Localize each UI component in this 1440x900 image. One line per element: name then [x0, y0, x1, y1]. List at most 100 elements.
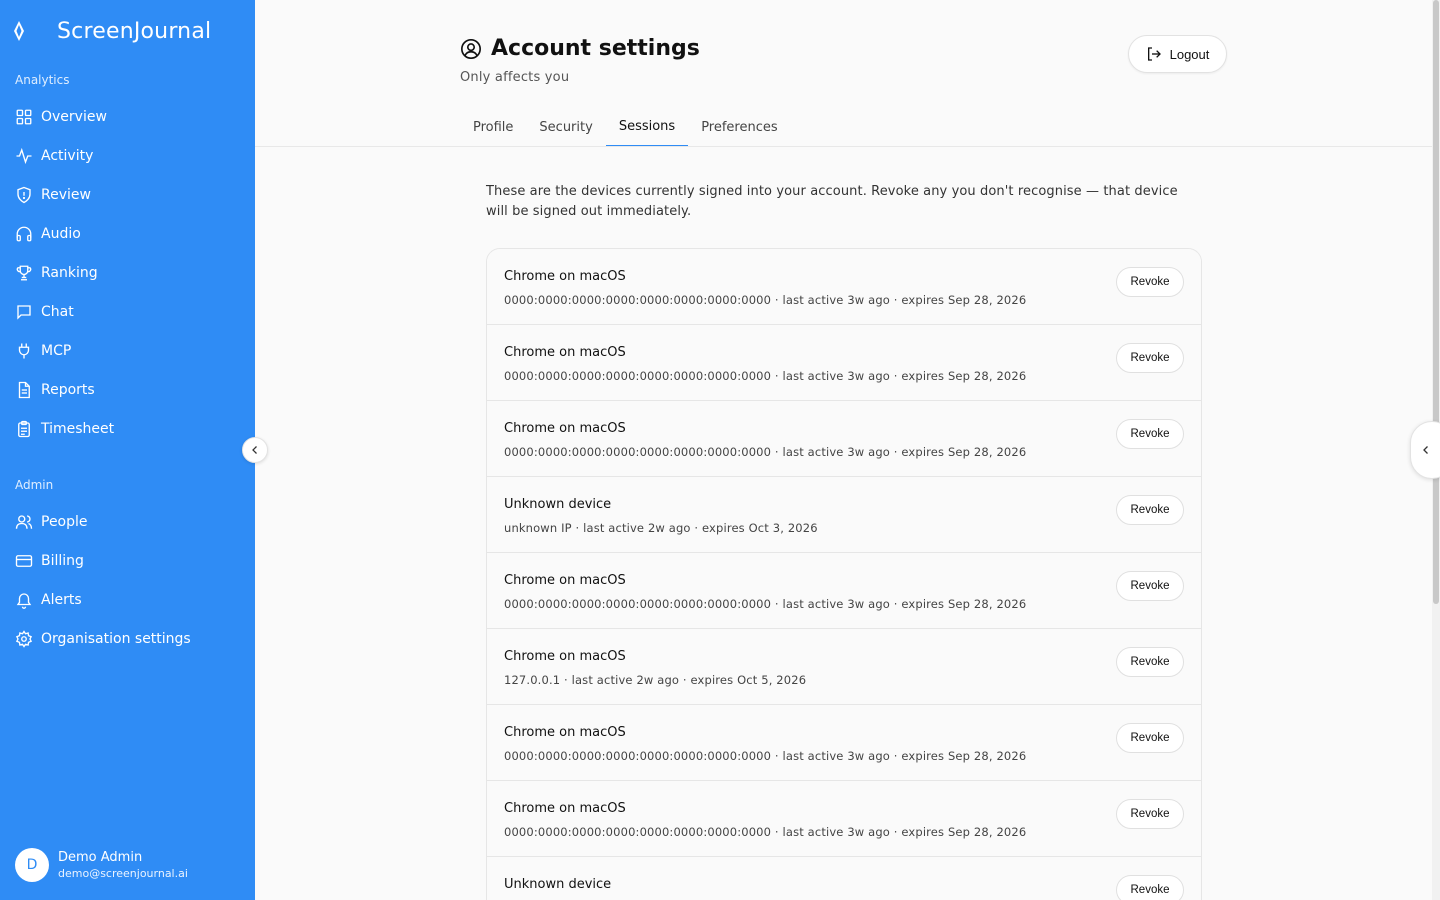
avatar: D — [15, 848, 49, 882]
sidebar-item-label: Timesheet — [41, 420, 115, 437]
list-item: Unknown device Revoke — [487, 857, 1201, 900]
sidebar-item-label: Organisation settings — [41, 630, 191, 647]
sidebar-item-label: Review — [41, 186, 91, 203]
card-icon — [15, 552, 33, 570]
sidebar-item-label: Ranking — [41, 264, 98, 281]
sidebar-item-label: Chat — [41, 303, 74, 320]
session-meta: 0000:0000:0000:0000:0000:0000:0000:0000 … — [504, 825, 1027, 839]
revoke-button[interactable]: Revoke — [1116, 495, 1184, 525]
session-meta: 0000:0000:0000:0000:0000:0000:0000:0000 … — [504, 597, 1027, 611]
chevron-left-icon — [249, 444, 261, 456]
user-info: Demo Admin demo@screenjournal.ai — [58, 850, 188, 880]
sidebar-item-people[interactable]: People — [0, 502, 255, 541]
sidebar-item-organisation-settings[interactable]: Organisation settings — [0, 619, 255, 658]
sidebar-item-mcp[interactable]: MCP — [0, 331, 255, 370]
sidebar-item-overview[interactable]: Overview — [0, 97, 255, 136]
sidebar-item-reports[interactable]: Reports — [0, 370, 255, 409]
sidebar-item-alerts[interactable]: Alerts — [0, 580, 255, 619]
user-email: demo@screenjournal.ai — [58, 867, 188, 880]
admin-nav: People Billing Alerts Organisation setti… — [0, 502, 255, 658]
clipboard-icon — [15, 420, 33, 438]
logout-button[interactable]: Logout — [1128, 35, 1227, 73]
revoke-button[interactable]: Revoke — [1116, 343, 1184, 373]
list-item: Chrome on macOS 0000:0000:0000:0000:0000… — [487, 781, 1201, 857]
chevron-left-icon — [1420, 444, 1432, 456]
session-device: Unknown device — [504, 877, 612, 892]
chat-icon — [15, 303, 33, 321]
nav-section-admin: Admin — [15, 478, 54, 492]
sidebar-item-billing[interactable]: Billing — [0, 541, 255, 580]
session-device: Chrome on macOS — [504, 573, 626, 588]
sidebar-item-chat[interactable]: Chat — [0, 292, 255, 331]
session-device: Chrome on macOS — [504, 649, 626, 664]
list-item: Chrome on macOS 0000:0000:0000:0000:0000… — [487, 553, 1201, 629]
app-name: ScreenJournal — [57, 18, 212, 44]
nav-section-analytics: Analytics — [15, 73, 70, 87]
activity-icon — [15, 147, 33, 165]
revoke-button[interactable]: Revoke — [1116, 875, 1184, 900]
sidebar-item-audio[interactable]: Audio — [0, 214, 255, 253]
list-item: Chrome on macOS 0000:0000:0000:0000:0000… — [487, 249, 1201, 325]
main-content: Account settings Only affects you Logout… — [255, 0, 1440, 900]
list-item: Chrome on macOS 0000:0000:0000:0000:0000… — [487, 705, 1201, 781]
tab-profile[interactable]: Profile — [460, 108, 526, 147]
logout-label: Logout — [1169, 46, 1210, 62]
session-meta: 0000:0000:0000:0000:0000:0000:0000:0000 … — [504, 445, 1027, 459]
session-device: Chrome on macOS — [504, 801, 626, 816]
logo-icon — [12, 19, 26, 43]
sidebar-item-label: Billing — [41, 552, 84, 569]
page-subtitle: Only affects you — [460, 70, 570, 85]
brand[interactable]: ScreenJournal — [0, 0, 255, 62]
tab-security[interactable]: Security — [526, 108, 605, 147]
session-device: Chrome on macOS — [504, 725, 626, 740]
session-meta: unknown IP · last active 2w ago · expire… — [504, 521, 818, 535]
sidebar-item-label: Reports — [41, 381, 95, 398]
analytics-nav: Overview Activity Review Audio Ranking C… — [0, 97, 255, 448]
revoke-button[interactable]: Revoke — [1116, 419, 1184, 449]
user-circle-icon — [460, 38, 482, 60]
trophy-icon — [15, 264, 33, 282]
session-device: Chrome on macOS — [504, 269, 626, 284]
page-title: Account settings — [491, 36, 700, 61]
sidebar-item-label: MCP — [41, 342, 72, 359]
file-icon — [15, 381, 33, 399]
bell-icon — [15, 591, 33, 609]
tab-preferences[interactable]: Preferences — [688, 108, 790, 147]
sidebar-item-ranking[interactable]: Ranking — [0, 253, 255, 292]
sessions-intro: These are the devices currently signed i… — [486, 184, 1178, 219]
sidebar: ScreenJournal Analytics Overview Activit… — [0, 0, 255, 900]
page-header: Account settings Only affects you — [460, 36, 700, 85]
revoke-button[interactable]: Revoke — [1116, 799, 1184, 829]
session-meta: 0000:0000:0000:0000:0000:0000:0000:0000 … — [504, 369, 1027, 383]
settings-tabs: Profile Security Sessions Preferences — [460, 108, 791, 148]
revoke-button[interactable]: Revoke — [1116, 267, 1184, 297]
users-icon — [15, 513, 33, 531]
sidebar-item-label: Overview — [41, 108, 107, 125]
sidebar-item-label: Activity — [41, 147, 94, 164]
tabs-divider — [255, 146, 1432, 147]
revoke-button[interactable]: Revoke — [1116, 723, 1184, 753]
headphones-icon — [15, 225, 33, 243]
scrollbar-thumb[interactable] — [1433, 0, 1439, 604]
sidebar-item-label: Alerts — [41, 591, 82, 608]
open-right-panel-button[interactable] — [1410, 421, 1440, 479]
collapse-sidebar-button[interactable] — [242, 437, 268, 463]
sessions-list: Chrome on macOS 0000:0000:0000:0000:0000… — [486, 248, 1202, 900]
sidebar-item-activity[interactable]: Activity — [0, 136, 255, 175]
user-name: Demo Admin — [58, 850, 143, 865]
user-profile[interactable]: D Demo Admin demo@screenjournal.ai — [15, 848, 188, 882]
tab-sessions[interactable]: Sessions — [605, 108, 689, 147]
session-device: Chrome on macOS — [504, 345, 626, 360]
session-meta: 127.0.0.1 · last active 2w ago · expires… — [504, 673, 807, 687]
session-meta: 0000:0000:0000:0000:0000:0000:0000:0000 … — [504, 749, 1027, 763]
session-device: Chrome on macOS — [504, 421, 626, 436]
list-item: Chrome on macOS 0000:0000:0000:0000:0000… — [487, 401, 1201, 477]
sidebar-item-label: People — [41, 513, 88, 530]
sidebar-item-timesheet[interactable]: Timesheet — [0, 409, 255, 448]
revoke-button[interactable]: Revoke — [1116, 647, 1184, 677]
revoke-button[interactable]: Revoke — [1116, 571, 1184, 601]
sidebar-item-review[interactable]: Review — [0, 175, 255, 214]
grid-icon — [15, 108, 33, 126]
gear-icon — [15, 629, 33, 648]
plug-icon — [15, 342, 33, 360]
